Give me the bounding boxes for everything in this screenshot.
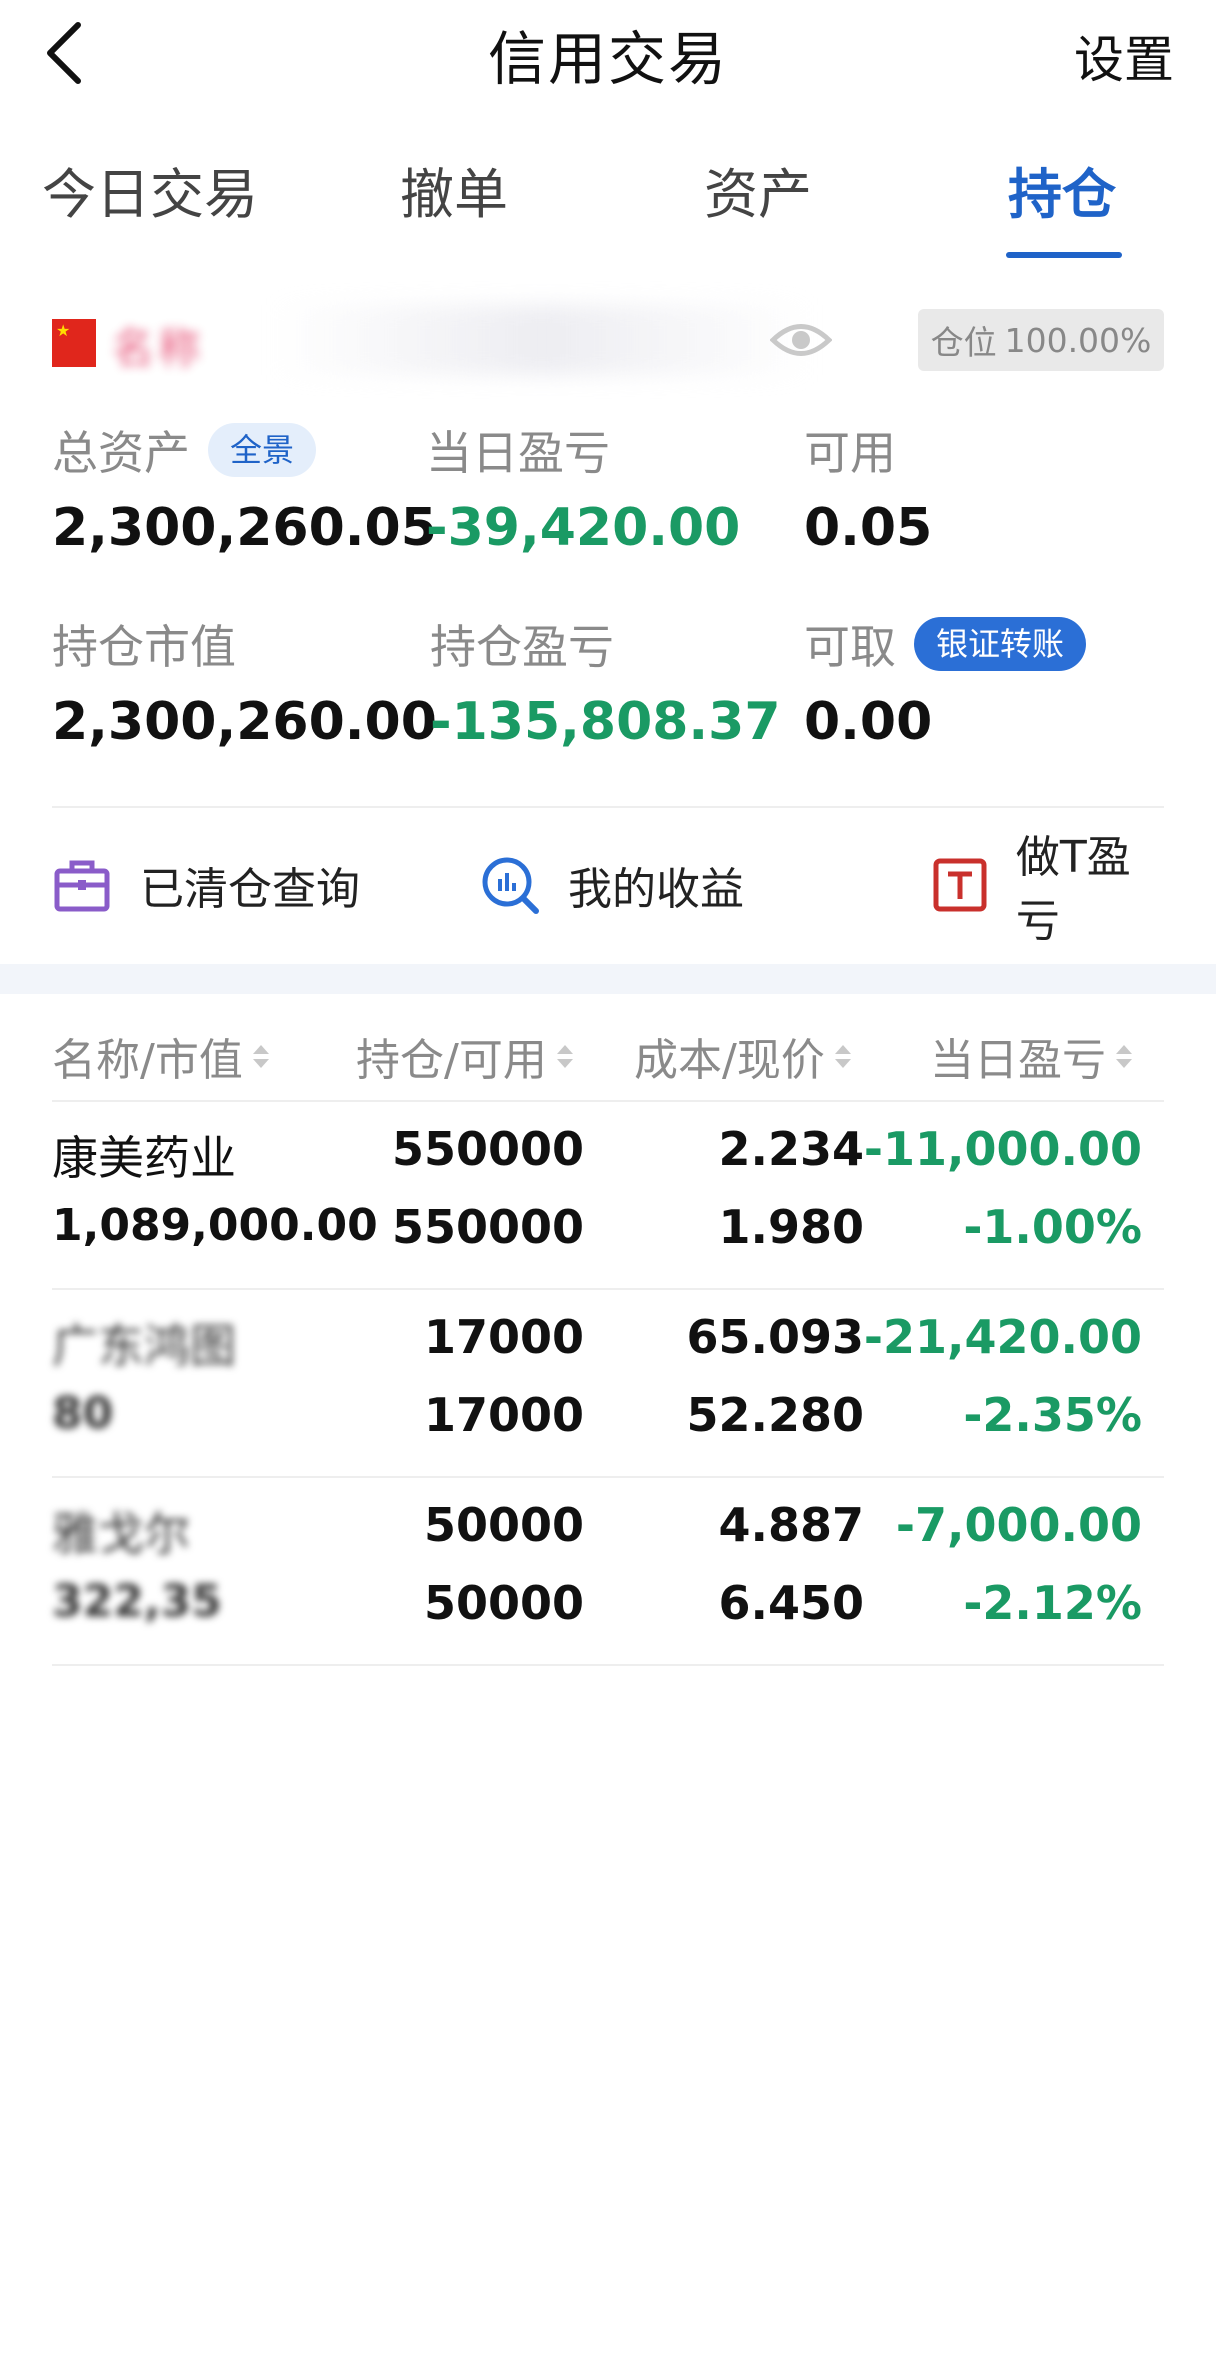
position-ratio-label: 仓位 — [930, 323, 997, 362]
tab-cancel-order[interactable]: 撤单 — [400, 150, 508, 260]
sort-cost-price[interactable]: 成本/现价 — [634, 1024, 851, 1088]
holdings-table-header: 名称/市值 持仓/可用 成本/现价 当日盈亏 — [52, 1010, 1164, 1100]
daily-pnl-percent: -2.12% — [963, 1576, 1142, 1630]
sort-daily-pnl[interactable]: 当日盈亏 — [930, 1024, 1132, 1088]
divider — [52, 806, 1164, 808]
chart-search-icon — [480, 855, 540, 915]
daily-pnl-percent: -2.35% — [963, 1388, 1142, 1442]
stock-market-value: 322,35 — [52, 1576, 222, 1627]
daily-pnl-value: -39,420.00 — [426, 498, 741, 558]
available-label: 可用 — [804, 426, 896, 480]
withdrawable-value: 0.00 — [804, 692, 933, 752]
daily-pnl-percent: -1.00% — [963, 1200, 1142, 1254]
overview-button[interactable]: 全景 — [208, 423, 317, 477]
market-value: 持仓市值 2,300,260.00 — [52, 604, 437, 752]
account-number-redacted — [272, 305, 812, 375]
table-row[interactable]: 广东鸿图 80 17000 17000 65.093 52.280 -21,42… — [52, 1290, 1164, 1478]
page-title: 信用交易 — [487, 25, 728, 93]
cost-price: 2.234 — [718, 1122, 864, 1176]
briefcase-icon — [52, 855, 112, 915]
available-qty: 50000 — [423, 1576, 584, 1630]
t-trade-pnl-button[interactable]: 做T盈亏 — [932, 832, 1164, 947]
header-holding-available: 持仓/可用 — [356, 1035, 547, 1086]
daily-pnl-amount: -11,000.00 — [863, 1122, 1142, 1176]
total-assets: 总资产 全景 2,300,260.05 — [52, 410, 437, 558]
holding-qty: 550000 — [391, 1122, 584, 1176]
stock-name: 广东鸿图 — [52, 1319, 236, 1373]
table-row[interactable]: 雅戈尔 322,35 50000 50000 4.887 6.450 -7,00… — [52, 1478, 1164, 1666]
account-name: 名称 — [112, 324, 205, 373]
daily-pnl-label: 当日盈亏 — [426, 426, 610, 480]
sort-holding-available[interactable]: 持仓/可用 — [356, 1024, 573, 1088]
my-earnings-label: 我的收益 — [568, 864, 744, 915]
stock-market-value: 1,089,000.00 — [52, 1200, 378, 1251]
china-flag-icon: ★ — [52, 319, 96, 367]
stock-name: 康美药业 — [52, 1131, 236, 1185]
total-assets-value: 2,300,260.05 — [52, 498, 437, 558]
daily-pnl-amount: -21,420.00 — [863, 1310, 1142, 1364]
header-daily-pnl: 当日盈亏 — [930, 1035, 1106, 1086]
market-value-label: 持仓市值 — [52, 620, 236, 674]
quick-actions: 已清仓查询 我的收益 做T盈亏 — [52, 832, 1164, 947]
position-ratio-value: 100.00% — [1004, 320, 1152, 360]
available-qty: 17000 — [423, 1388, 584, 1442]
available-qty: 550000 — [391, 1200, 584, 1254]
stock-name: 雅戈尔 — [52, 1507, 190, 1561]
sort-arrows-icon — [556, 1044, 573, 1068]
stock-market-value: 80 — [52, 1388, 114, 1439]
eye-toggle[interactable] — [769, 315, 833, 365]
eye-icon — [769, 324, 833, 356]
t-trade-pnl-label: 做T盈亏 — [1015, 832, 1131, 947]
current-price: 1.980 — [718, 1200, 864, 1254]
sort-arrows-icon — [834, 1044, 851, 1068]
withdrawable-funds: 可取 银证转账 0.00 — [804, 604, 1087, 752]
position-pnl-label: 持仓盈亏 — [430, 620, 614, 674]
bank-transfer-button[interactable]: 银证转账 — [914, 617, 1087, 671]
current-price: 6.450 — [718, 1576, 864, 1630]
header-name-market-value: 名称/市值 — [52, 1035, 243, 1086]
holding-qty: 17000 — [423, 1310, 584, 1364]
tab-assets[interactable]: 资产 — [704, 150, 812, 260]
sort-name-market-value[interactable]: 名称/市值 — [52, 1024, 269, 1088]
table-row[interactable]: 康美药业 1,089,000.00 550000 550000 2.234 1.… — [52, 1102, 1164, 1290]
total-assets-label: 总资产 — [52, 426, 190, 480]
available-value: 0.05 — [804, 498, 933, 558]
cost-price: 65.093 — [686, 1310, 864, 1364]
holding-qty: 50000 — [423, 1498, 584, 1552]
position-pnl-value: -135,808.37 — [430, 692, 781, 752]
top-bar: 信用交易 设置 — [0, 0, 1216, 110]
withdrawable-label: 可取 — [804, 620, 896, 674]
daily-pnl-amount: -7,000.00 — [895, 1498, 1142, 1552]
tab-today-trades[interactable]: 今日交易 — [42, 150, 258, 260]
sort-arrows-icon — [1116, 1044, 1132, 1068]
row-divider — [52, 1664, 1164, 1666]
tab-bar: 今日交易 撤单 资产 持仓 — [0, 150, 1216, 260]
header-cost-price: 成本/现价 — [634, 1035, 825, 1086]
settings-button[interactable]: 设置 — [1074, 20, 1174, 92]
market-value-value: 2,300,260.00 — [52, 692, 437, 752]
cost-price: 4.887 — [718, 1498, 864, 1552]
active-tab-indicator — [1006, 252, 1122, 258]
section-separator — [0, 964, 1216, 994]
cleared-positions-button[interactable]: 已清仓查询 — [52, 845, 360, 925]
position-pnl: 持仓盈亏 -135,808.37 — [430, 604, 781, 752]
daily-pnl: 当日盈亏 -39,420.00 — [426, 410, 740, 558]
available-funds: 可用 0.05 — [804, 410, 932, 558]
t-box-icon — [932, 855, 988, 915]
position-ratio-badge: 仓位 100.00% — [918, 309, 1164, 371]
cleared-positions-label: 已清仓查询 — [140, 864, 360, 915]
tab-positions[interactable]: 持仓 — [1008, 150, 1116, 260]
account-row: ★ 名称 仓位 100.00% — [52, 305, 1164, 375]
current-price: 52.280 — [686, 1388, 864, 1442]
my-earnings-button[interactable]: 我的收益 — [480, 845, 744, 925]
sort-arrows-icon — [252, 1044, 269, 1068]
screen: 信用交易 设置 今日交易 撤单 资产 持仓 ★ 名称 仓位 100.00% 总资… — [0, 0, 1216, 2366]
